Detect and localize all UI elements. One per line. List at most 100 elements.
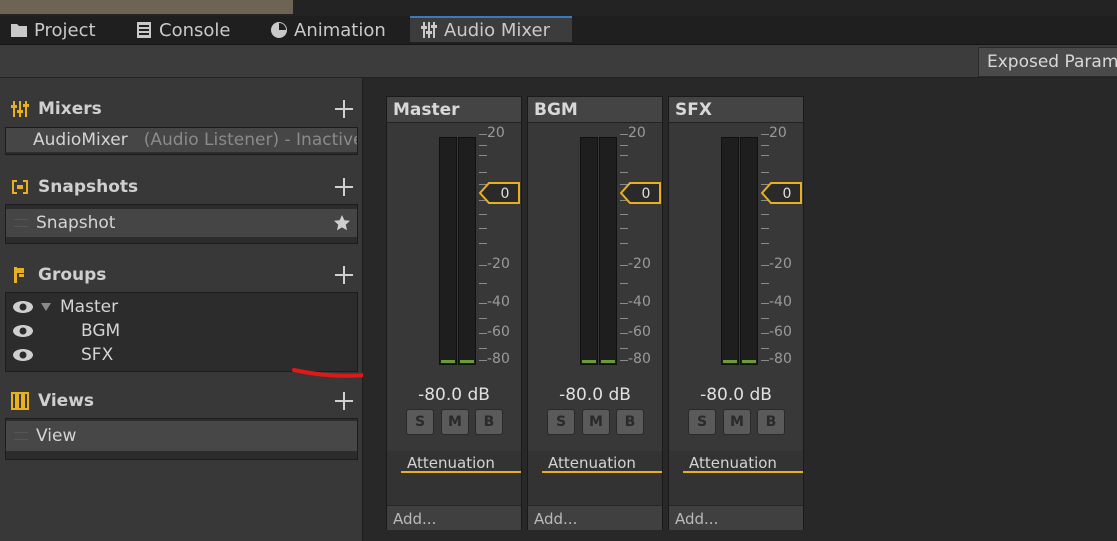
level-meter-left <box>580 137 598 365</box>
group-name: SFX <box>81 345 114 365</box>
drag-handle[interactable] <box>14 219 28 227</box>
volume-fader-handle[interactable]: 0 <box>479 182 520 204</box>
meter-tick <box>479 228 487 229</box>
chevron-down-icon[interactable] <box>40 302 52 312</box>
effect-attenuation[interactable]: Attenuation <box>542 454 662 473</box>
mixer-sidebar: Mixers AudioMixer (Audio Listener) - Ina… <box>0 78 368 541</box>
fader-value: 0 <box>501 186 510 202</box>
view-name: View <box>36 426 77 446</box>
solo-button[interactable]: S <box>688 409 716 435</box>
tab-animation[interactable]: Animation <box>270 16 386 44</box>
exposed-parameters-button[interactable]: Exposed Parameters <box>978 47 1117 77</box>
star-icon[interactable] <box>333 214 351 232</box>
meter-tick <box>761 214 769 215</box>
level-meter-left <box>721 137 739 365</box>
meter-tick <box>761 318 769 319</box>
strip-name[interactable]: BGM <box>528 97 662 123</box>
add-mixer-button[interactable] <box>333 98 355 120</box>
meter-tick <box>761 360 769 361</box>
meter-level <box>582 360 596 363</box>
mute-button[interactable]: M <box>582 409 610 435</box>
meter-tick <box>761 155 769 156</box>
mixers-header: Mixers <box>10 97 102 121</box>
meter-tick <box>479 333 487 334</box>
eye-icon[interactable] <box>12 300 34 314</box>
snapshot-name: Snapshot <box>36 213 116 233</box>
tree-item-master[interactable]: Master <box>6 295 357 319</box>
add-effect-button[interactable]: Add... <box>675 510 718 528</box>
add-effect-button[interactable]: Add... <box>534 510 577 528</box>
meter-tick <box>761 172 769 173</box>
level-meter-right <box>599 137 617 365</box>
meter-tick-label: 20 <box>769 125 787 141</box>
strip-name[interactable]: SFX <box>669 97 803 123</box>
list-item[interactable]: Snapshot <box>6 209 357 237</box>
volume-fader-handle[interactable]: 0 <box>761 182 802 204</box>
groups-tree: Master BGM SFX <box>5 292 358 372</box>
groups-header: Groups <box>10 263 106 287</box>
folder-icon <box>11 24 27 37</box>
meter-level <box>601 360 615 363</box>
solo-button[interactable]: S <box>547 409 575 435</box>
drag-handle[interactable] <box>14 432 28 440</box>
meter-tick-label: -80 <box>769 351 792 367</box>
meter-tick <box>620 360 628 361</box>
scene-view-thumbnail <box>0 0 293 14</box>
volume-fader-handle[interactable]: 0 <box>620 182 661 204</box>
strip-name[interactable]: Master <box>387 97 521 123</box>
list-item[interactable]: View <box>6 421 357 451</box>
mixer-icon <box>11 101 29 117</box>
meter-level <box>723 360 737 363</box>
meter-tick <box>620 348 628 349</box>
meter-tick <box>479 303 487 304</box>
bypass-button[interactable]: B <box>757 409 785 435</box>
tab-audio-mixer[interactable]: Audio Mixer <box>410 16 572 42</box>
meter-tick <box>620 172 628 173</box>
level-meter-left <box>439 137 457 365</box>
group-icon <box>14 267 24 283</box>
meter-tick-label: -20 <box>628 256 651 272</box>
meter-tick <box>761 265 769 266</box>
snapshots-list: Snapshot <box>5 204 358 244</box>
eye-icon[interactable] <box>12 324 34 338</box>
add-group-button[interactable] <box>333 264 355 286</box>
tab-project[interactable]: Project <box>10 16 96 44</box>
snapshot-icon <box>12 180 28 194</box>
meter-tick-label: -40 <box>487 294 510 310</box>
mixer-strip-sfx: SFX 20 -20 -40 -60 -80 0 -80.0 dB S M B Attenuation… <box>668 96 804 530</box>
meter-tick <box>620 243 628 244</box>
meter-tick-label: -60 <box>487 324 510 340</box>
views-header: Views <box>10 389 94 413</box>
solo-button[interactable]: S <box>406 409 434 435</box>
meter-tick-label: -80 <box>487 351 510 367</box>
meter-tick <box>761 145 769 146</box>
meter-tick-label: 20 <box>628 125 646 141</box>
meter-tick <box>761 243 769 244</box>
meter-tick <box>620 265 628 266</box>
meter-tick <box>479 134 487 135</box>
meter-tick <box>479 172 487 173</box>
bypass-button[interactable]: B <box>616 409 644 435</box>
mute-button[interactable]: M <box>723 409 751 435</box>
eye-icon[interactable] <box>12 348 34 362</box>
tree-item-sfx[interactable]: SFX <box>6 343 357 367</box>
mute-button[interactable]: M <box>441 409 469 435</box>
add-snapshot-button[interactable] <box>333 176 355 198</box>
meter-tick <box>479 214 487 215</box>
tree-item-bgm[interactable]: BGM <box>6 319 357 343</box>
list-item[interactable]: AudioMixer (Audio Listener) - Inactive <box>6 128 357 152</box>
tab-label: Animation <box>294 19 386 41</box>
tab-console[interactable]: Console <box>135 16 230 44</box>
groups-title: Groups <box>38 265 107 285</box>
add-effect-button[interactable]: Add... <box>393 510 436 528</box>
animation-icon <box>271 22 287 38</box>
meter-tick-label: -20 <box>487 256 510 272</box>
meter-tick <box>761 348 769 349</box>
effect-attenuation[interactable]: Attenuation <box>401 454 521 473</box>
effect-attenuation[interactable]: Attenuation <box>683 454 803 473</box>
add-view-button[interactable] <box>333 390 355 412</box>
snapshots-header: Snapshots <box>10 175 138 199</box>
meter-level <box>742 360 756 363</box>
bypass-button[interactable]: B <box>475 409 503 435</box>
tab-bar: Project Console Animation Audio Mixer <box>0 16 1117 45</box>
